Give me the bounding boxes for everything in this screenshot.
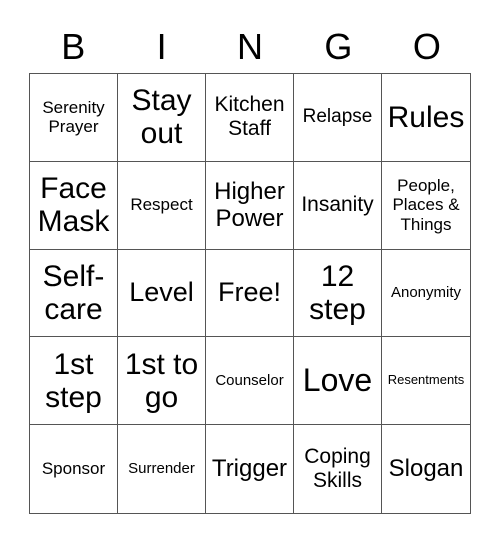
bingo-cell: Higher Power — [206, 161, 294, 250]
header-letter-o: O — [412, 26, 441, 67]
bingo-cell: Level — [118, 249, 206, 338]
bingo-cell: Love — [294, 337, 382, 426]
bingo-cell: 1st to go — [118, 337, 206, 426]
bingo-grid: Serenity Prayer Stay out Kitchen Staff R… — [29, 73, 471, 514]
bingo-cell: Resentments — [382, 337, 470, 426]
bingo-cell: Slogan — [388, 455, 464, 483]
bingo-cell: Face Mask — [30, 161, 118, 250]
bingo-cell: Stay out — [118, 74, 206, 162]
bingo-cell: Surrender — [118, 425, 206, 513]
bingo-cell: Relapse — [294, 74, 382, 162]
free-space: Free! — [206, 249, 294, 338]
bingo-cell: Respect — [118, 161, 206, 250]
bingo-header: B I N G O — [29, 22, 471, 72]
bingo-cell: People, Places & Things — [382, 162, 470, 250]
bingo-cell: 1st step — [30, 337, 118, 426]
bingo-cell: Rules — [382, 74, 470, 162]
bingo-cell: Counselor — [206, 337, 294, 426]
bingo-cell: 12 step — [294, 249, 382, 338]
bingo-cell: Coping Skills — [294, 425, 382, 513]
header-letter-g: G — [324, 26, 353, 67]
bingo-cell: Kitchen Staff — [206, 74, 294, 162]
bingo-cell: Sponsor — [30, 425, 118, 513]
header-letter-n: N — [237, 26, 264, 67]
bingo-cell: Trigger — [206, 425, 294, 513]
header-letter-b: B — [61, 26, 86, 67]
bingo-cell: Anonymity — [382, 250, 470, 338]
bingo-cell: Insanity — [294, 161, 382, 250]
bingo-cell: Self-care — [30, 249, 118, 338]
bingo-cell: Serenity Prayer — [30, 74, 118, 162]
header-letter-i: I — [156, 26, 167, 67]
